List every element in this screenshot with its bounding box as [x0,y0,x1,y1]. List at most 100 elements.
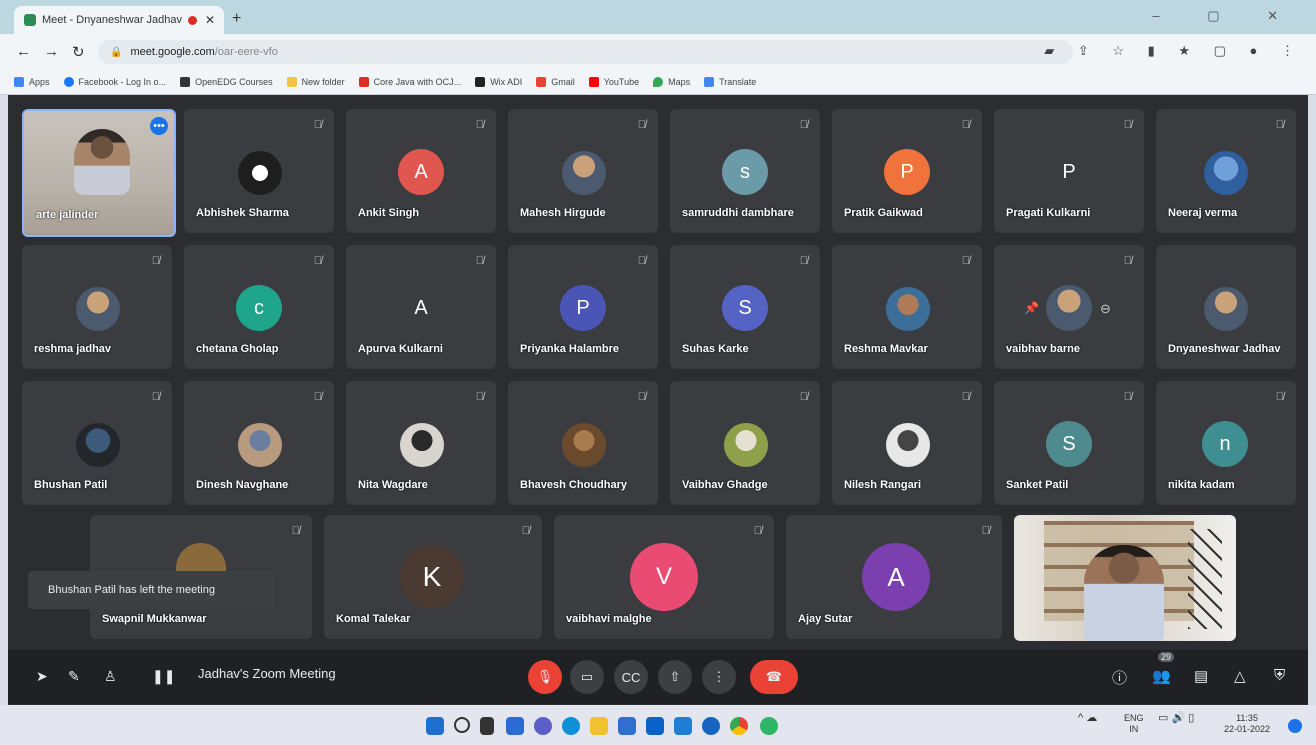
participant-tile[interactable]: 🎙̸ 📌 ⊖ vaibhav barne [994,245,1144,369]
edge-icon[interactable] [562,717,580,735]
meet-favicon-icon [24,14,36,26]
participant-tile[interactable]: 🎙̸ s samruddhi dambhare [670,109,820,233]
avatar [76,287,120,331]
close-tab-icon[interactable]: ✕ [205,13,215,27]
mic-off-icon: 🎙̸ [799,391,808,403]
participant-name: Ajay Sutar [798,613,853,625]
present-screen-button[interactable]: ⇧ [658,660,692,694]
participant-tile[interactable]: 🎙̸ P Pragati Kulkarni [994,109,1144,233]
participant-name: Nilesh Rangari [844,479,922,491]
presenter-video-tile[interactable] [1014,515,1236,641]
avatar: A [398,149,444,195]
participant-tile[interactable]: 🎙̸ Bhavesh Choudhary [508,381,658,505]
participant-name: Pragati Kulkarni [1006,207,1091,219]
camera-toggle-button[interactable]: ▭ [570,660,604,694]
mic-toggle-button[interactable]: 🎙 [528,660,562,694]
participant-tile[interactable]: 🎙̸ Bhushan Patil [22,381,172,505]
avatar [1046,285,1092,331]
participant-tile[interactable]: 🎙̸ Mahesh Hirgude [508,109,658,233]
participant-tile[interactable]: 🎙̸ Abhishek Sharma [184,109,334,233]
avatar [76,423,120,467]
reload-icon[interactable]: ↻ [72,43,85,61]
captions-button[interactable]: CC [614,660,648,694]
participant-tile[interactable]: 🎙̸ Nilesh Rangari [832,381,982,505]
info-icon[interactable]: ⓘ [1112,667,1127,688]
notification-icon[interactable] [1288,719,1302,733]
pause-icon[interactable]: ❚❚ [152,668,175,685]
task-view-icon[interactable] [480,717,494,735]
avatar: s [722,149,768,195]
participant-tile[interactable]: 🎙̸ P Priyanka Halambre [508,245,658,369]
url-input[interactable]: 🔒 meet.google.com /oar-eere-vfo [98,40,1073,64]
participant-tile[interactable]: 🎙̸ Reshma Mavkar [832,245,982,369]
bookmark-apps[interactable]: Apps [14,77,50,87]
remove-icon[interactable]: ⊖ [1100,301,1111,317]
back-icon[interactable]: ← [16,43,31,60]
settings-icon[interactable] [674,717,692,735]
avatar: P [1046,149,1092,195]
lock-icon: 🔒 [110,46,123,58]
leave-call-button[interactable]: ☎ [750,660,798,694]
participant-tile[interactable]: 🎙̸ V vaibhavi malghe [554,515,774,639]
browser-tab[interactable]: Meet - Dnyaneshwar Jadhav ✕ [14,6,224,34]
bookmark-maps[interactable]: Maps [653,77,690,87]
forward-icon[interactable]: → [44,43,59,60]
participant-tile[interactable]: 🎙̸ reshma jadhav [22,245,172,369]
widgets-icon[interactable] [506,717,524,735]
mic-off-icon: 🎙̸ [1123,391,1132,403]
bookmark-translate[interactable]: Translate [704,77,756,87]
participant-name: Sanket Patil [1006,479,1069,491]
participant-tile[interactable]: 🎙̸ Vaibhav Ghadge [670,381,820,505]
participant-tile[interactable]: Dnyaneshwar Jadhav [1156,245,1296,369]
bookmark-wix[interactable]: Wix ADI [475,77,522,87]
url-path: /oar-eere-vfo [214,46,278,58]
clock[interactable]: 11:35 22-01-2022 [1224,713,1270,735]
windows-start-icon[interactable] [426,717,444,735]
help-icon[interactable] [702,717,720,735]
participant-tile[interactable]: 🎙̸ A Ajay Sutar [786,515,1002,639]
tray-overflow-icon[interactable]: ^ ☁ [1078,713,1097,724]
search-icon[interactable] [454,717,470,733]
pen-icon[interactable]: ✎ [68,668,80,685]
file-explorer-icon[interactable] [590,717,608,735]
bookmark-gmail[interactable]: Gmail [536,77,575,87]
participant-tile[interactable]: 🎙̸ n nikita kadam [1156,381,1296,505]
participant-tile[interactable]: 🎙̸ S Suhas Karke [670,245,820,369]
extension-icons[interactable]: ▰ ⇪ ☆ ▮ ★ ▢ ● ⋮ [1044,43,1304,59]
window-controls[interactable]: – ▢ ✕ [1152,8,1300,24]
dropbox-icon[interactable] [646,717,664,735]
participant-tile[interactable]: 🎙̸ P Pratik Gaikwad [832,109,982,233]
whatsapp-icon[interactable] [760,717,778,735]
participant-tile[interactable]: 🎙̸ K Komal Talekar [324,515,542,639]
participant-tile[interactable]: 🎙̸ Neeraj verma [1156,109,1296,233]
pin-icon[interactable]: 📌 [1024,301,1039,315]
participant-tile[interactable]: 🎙̸ Nita Wagdare [346,381,496,505]
activities-icon[interactable]: △ [1234,667,1246,685]
chat-icon[interactable]: ▤ [1194,667,1208,685]
highlighter-icon[interactable]: ♙ [104,668,117,685]
teams-chat-icon[interactable] [534,717,552,735]
participant-tile[interactable]: 🎙̸ S Sanket Patil [994,381,1144,505]
mail-icon[interactable] [618,717,636,735]
pointer-icon[interactable]: ➤ [36,668,48,685]
chrome-icon[interactable] [730,717,748,735]
bookmark-facebook[interactable]: Facebook - Log In o... [63,77,166,87]
bookmark-core-java[interactable]: Core Java with OCJ... [358,77,461,87]
language-indicator[interactable]: ENG IN [1124,713,1144,735]
participant-tile[interactable]: 🎙̸ Dinesh Navghane [184,381,334,505]
bookmark-youtube[interactable]: YouTube [588,77,639,87]
participant-tile[interactable]: 🎙̸ A Apurva Kulkarni [346,245,496,369]
more-options-icon[interactable]: ••• [150,117,168,135]
people-icon[interactable]: 👥 [1152,667,1171,685]
participant-name: Bhushan Patil [34,479,108,491]
new-tab-button[interactable]: + [232,10,241,28]
more-options-button[interactable]: ⋮ [702,660,736,694]
bookmark-new-folder[interactable]: New folder [286,77,345,87]
participant-tile-self[interactable]: ••• arte jalinder [22,109,176,237]
participant-tile[interactable]: 🎙̸ c chetana Gholap [184,245,334,369]
participant-tile[interactable]: 🎙̸ A Ankit Singh [346,109,496,233]
host-controls-icon[interactable]: ⛨ [1274,667,1285,684]
network-volume-battery-icons[interactable]: ▭ 🔊 ▯ [1158,713,1194,724]
bookmark-openedg[interactable]: OpenEDG Courses [180,77,273,87]
mic-off-icon: 🎙̸ [313,119,322,131]
